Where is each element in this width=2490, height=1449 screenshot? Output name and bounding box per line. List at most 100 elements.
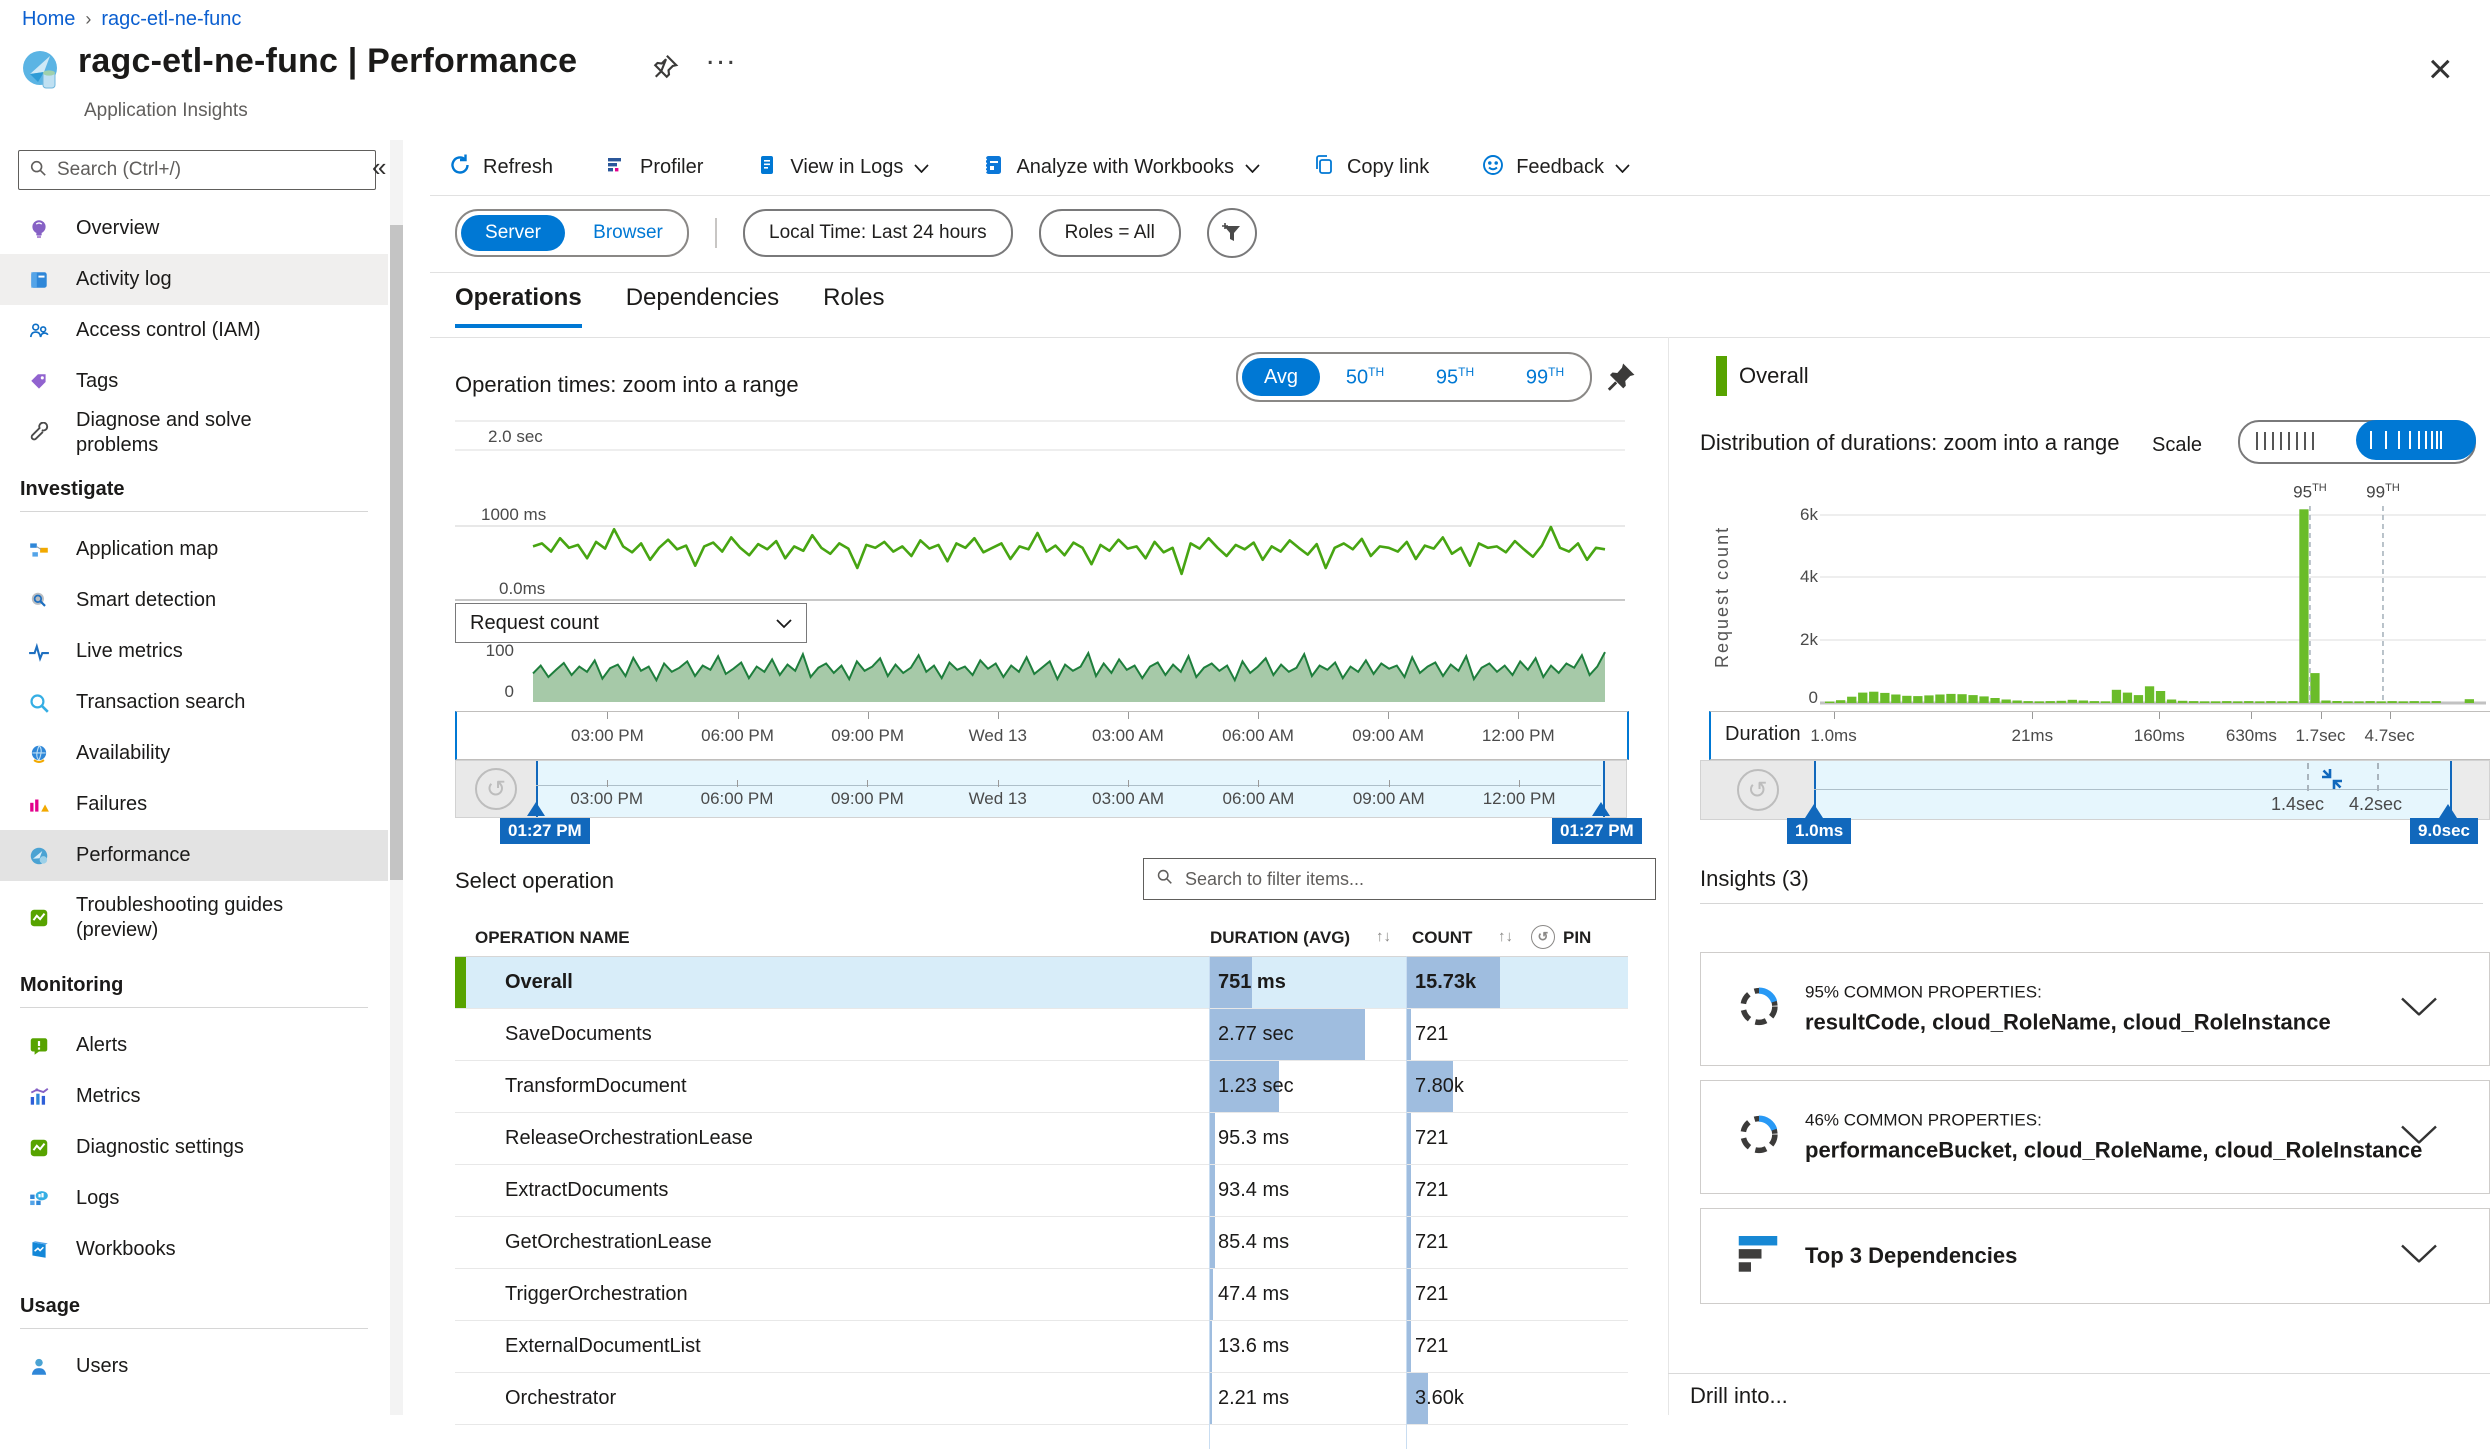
sidebar-item-troubleshooting-guides[interactable]: Troubleshooting guides (preview)	[0, 881, 388, 954]
aggregation-95th-button[interactable]: 95TH	[1410, 365, 1500, 390]
column-header-pin[interactable]: PIN	[1563, 928, 1591, 948]
sidebar-item-activity-log[interactable]: Activity log	[0, 254, 388, 305]
linear-scale-option[interactable]	[2256, 432, 2314, 450]
server-toggle-option[interactable]: Server	[461, 215, 565, 251]
breadcrumb-home-link[interactable]: Home	[22, 8, 75, 31]
analyze-workbooks-button[interactable]: Analyze with Workbooks	[981, 153, 1260, 183]
sidebar-item-application-map[interactable]: Application map	[0, 524, 388, 575]
profiler-button[interactable]: Profiler	[605, 153, 703, 183]
duration-range-brush[interactable]: ↺ 1.4sec 4.2sec	[1700, 760, 2490, 820]
sidebar-item-diagnostic-settings[interactable]: Diagnostic settings	[0, 1122, 388, 1173]
add-filter-icon[interactable]	[1207, 208, 1257, 258]
table-row-releaseorchestrationlease[interactable]: ReleaseOrchestrationLease95.3 ms721	[455, 1113, 1628, 1165]
tab-operations[interactable]: Operations	[455, 284, 582, 328]
duration-cell: 95.3 ms	[1210, 1113, 1406, 1164]
close-icon[interactable]: ×	[2428, 48, 2453, 90]
breadcrumb-current-link[interactable]: ragc-etl-ne-func	[101, 8, 241, 31]
browser-toggle-option[interactable]: Browser	[569, 211, 687, 255]
time-range-filter-pill[interactable]: Local Time: Last 24 hours	[743, 209, 1013, 257]
sidebar-item-diagnose[interactable]: Diagnose and solve problems	[0, 407, 388, 458]
aggregation-99th-button[interactable]: 99TH	[1500, 365, 1590, 390]
sidebar-scrollbar-thumb[interactable]	[390, 225, 403, 880]
brush-end-time-tag[interactable]: 01:27 PM	[1552, 818, 1642, 844]
brush-end-handle[interactable]	[2439, 804, 2457, 818]
collapse-range-icon[interactable]	[2319, 766, 2345, 797]
sidebar-item-availability[interactable]: Availability	[0, 728, 388, 779]
sidebar-item-access-control[interactable]: Access control (IAM)	[0, 305, 388, 356]
chevron-down-icon[interactable]	[2401, 998, 2437, 1021]
sidebar-item-transaction-search[interactable]: Transaction search	[0, 677, 388, 728]
brush-end-handle[interactable]	[1592, 802, 1610, 816]
chevron-down-icon[interactable]	[2401, 1126, 2437, 1149]
sidebar-item-users[interactable]: Users	[0, 1341, 388, 1392]
count-bar	[1407, 1113, 1411, 1164]
sidebar-item-workbooks[interactable]: Workbooks	[0, 1224, 388, 1275]
time-range-brush[interactable]: ↺ 03:00 PM06:00 PM09:00 PMWed 1303:00 AM…	[455, 760, 1627, 818]
table-row-extractdocuments[interactable]: ExtractDocuments93.4 ms721	[455, 1165, 1628, 1217]
sidebar-item-label: Activity log	[76, 267, 326, 292]
sort-icon[interactable]: ↑↓	[1498, 928, 1513, 945]
pin-chart-icon[interactable]	[1604, 360, 1638, 399]
operations-table-body: Overall751 ms15.73kSaveDocuments2.77 sec…	[455, 957, 1628, 1425]
aggregation-50th-button[interactable]: 50TH	[1320, 365, 1410, 390]
sidebar-item-failures[interactable]: Failures	[0, 779, 388, 830]
reset-zoom-button[interactable]: ↺	[456, 761, 537, 817]
insight-card[interactable]: Top 3 Dependencies	[1700, 1208, 2490, 1304]
sidebar-item-tags[interactable]: Tags	[0, 356, 388, 407]
sidebar-item-logs[interactable]: Logs	[0, 1173, 388, 1224]
sidebar-item-alerts[interactable]: Alerts	[0, 1020, 388, 1071]
table-row-transformdocument[interactable]: TransformDocument1.23 sec7.80k	[455, 1061, 1628, 1113]
table-row-savedocuments[interactable]: SaveDocuments2.77 sec721	[455, 1009, 1628, 1061]
table-row-overall[interactable]: Overall751 ms15.73k	[455, 957, 1628, 1009]
chevron-down-icon[interactable]	[2401, 1245, 2437, 1268]
table-row-triggerorchestration[interactable]: TriggerOrchestration47.4 ms721	[455, 1269, 1628, 1321]
count-cell: 3.60k	[1407, 1373, 1627, 1424]
scale-toggle[interactable]	[2238, 420, 2476, 464]
sidebar-item-smart-detection[interactable]: Smart detection	[0, 575, 388, 626]
brush-start-time-tag[interactable]: 01:27 PM	[500, 818, 590, 844]
toolbar-button-label: Copy link	[1347, 156, 1429, 179]
log-scale-option[interactable]	[2356, 420, 2476, 460]
sidebar-collapse-button[interactable]: «	[372, 152, 386, 183]
reset-zoom-button[interactable]: ↺	[1701, 761, 1815, 819]
table-filter-search[interactable]	[1143, 858, 1656, 900]
sidebar-search-input[interactable]	[55, 158, 365, 182]
count-value: 721	[1415, 1269, 1448, 1320]
table-row-externaldocumentlist[interactable]: ExternalDocumentList13.6 ms721	[455, 1321, 1628, 1373]
table-row-getorchestrationlease[interactable]: GetOrchestrationLease85.4 ms721	[455, 1217, 1628, 1269]
sidebar-item-overview[interactable]: Overview	[0, 203, 388, 254]
tab-roles[interactable]: Roles	[823, 284, 884, 328]
brush-start-handle[interactable]	[1805, 804, 1823, 818]
aggregation-avg-button[interactable]: Avg	[1242, 358, 1320, 396]
time-brush-selection[interactable]	[536, 761, 1605, 817]
tab-dependencies[interactable]: Dependencies	[626, 284, 779, 328]
reset-sort-icon[interactable]: ↺	[1531, 925, 1555, 949]
operation-times-chart[interactable]	[455, 418, 1625, 604]
view-in-logs-button[interactable]: View in Logs	[755, 153, 929, 183]
insight-card[interactable]: 95% COMMON PROPERTIES:resultCode, cloud_…	[1700, 952, 2490, 1066]
pin-blade-icon[interactable]	[650, 52, 680, 87]
column-header-operation-name[interactable]: OPERATION NAME	[475, 928, 630, 948]
refresh-button[interactable]: Refresh	[448, 153, 553, 183]
table-row-orchestrator[interactable]: Orchestrator2.21 ms3.60k	[455, 1373, 1628, 1425]
sidebar-item-metrics[interactable]: Metrics	[0, 1071, 388, 1122]
roles-filter-pill[interactable]: Roles = All	[1039, 209, 1181, 257]
copy-link-button[interactable]: Copy link	[1312, 153, 1429, 183]
column-header-duration[interactable]: DURATION (AVG)	[1210, 928, 1350, 948]
more-actions-button[interactable]: ...	[706, 38, 737, 72]
sidebar-search[interactable]	[18, 150, 376, 190]
brush-end-duration-tag[interactable]: 9.0sec	[2410, 818, 2478, 844]
sidebar-item-performance[interactable]: Performance	[0, 830, 388, 881]
feedback-button[interactable]: Feedback	[1481, 153, 1630, 183]
brush-start-duration-tag[interactable]: 1.0ms	[1787, 818, 1851, 844]
brush-start-handle[interactable]	[527, 802, 545, 816]
server-browser-toggle[interactable]: Server Browser	[455, 209, 689, 257]
request-count-chart[interactable]	[455, 640, 1625, 704]
column-header-count[interactable]: COUNT	[1412, 928, 1472, 948]
metric-dropdown[interactable]: Request count	[455, 603, 807, 643]
sidebar-item-live-metrics[interactable]: Live metrics	[0, 626, 388, 677]
insight-card[interactable]: 46% COMMON PROPERTIES:performanceBucket,…	[1700, 1080, 2490, 1194]
duration-distribution-chart[interactable]	[1700, 480, 2488, 706]
sort-icon[interactable]: ↑↓	[1376, 928, 1391, 945]
table-filter-input[interactable]	[1183, 868, 1643, 891]
